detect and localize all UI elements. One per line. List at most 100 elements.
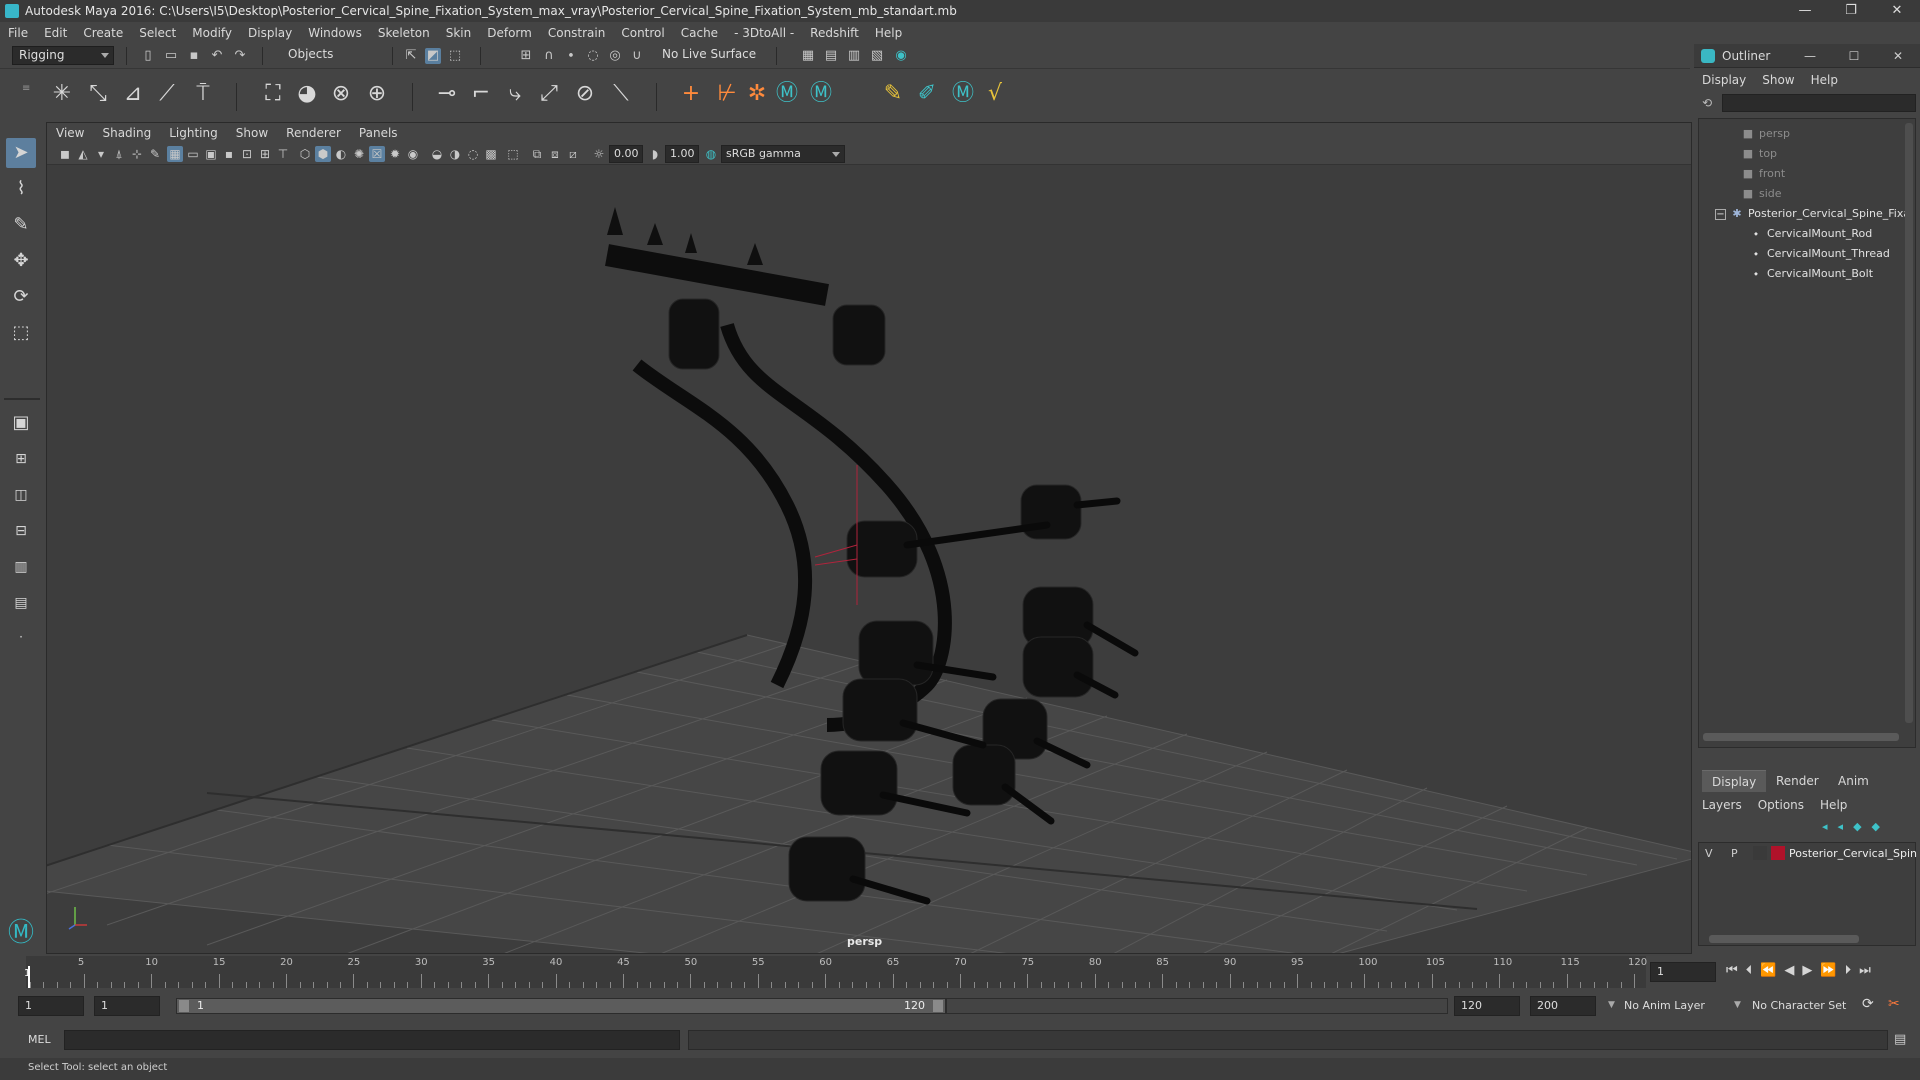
safe-title-icon[interactable]: ⊤ xyxy=(275,146,291,162)
outliner-item-side[interactable]: ■ side xyxy=(1741,185,1782,203)
wireframe-icon[interactable]: ⬡ xyxy=(297,146,313,162)
outliner-menu-display[interactable]: Display xyxy=(1694,73,1754,87)
resolution-gate-icon[interactable]: ▣ xyxy=(203,146,219,162)
four-pane-layout-icon[interactable]: ⊞ xyxy=(6,444,36,474)
menu-edit[interactable]: Edit xyxy=(36,26,75,40)
two-pane-side-layout-icon[interactable]: ◫ xyxy=(6,480,36,510)
graph-persp-layout-icon[interactable]: ▤ xyxy=(6,588,36,618)
backface-cull-icon[interactable]: ⧄ xyxy=(565,146,581,162)
lasso-tool-icon[interactable]: ⌇ xyxy=(6,174,36,204)
outliner-close-button[interactable]: ✕ xyxy=(1876,44,1920,68)
tab-render[interactable]: Render xyxy=(1766,770,1829,792)
snap-point-icon[interactable]: ∙ xyxy=(563,48,579,64)
character-set-dropdown[interactable]: No Character Set xyxy=(1752,996,1862,1016)
paint-weights-icon[interactable]: ◕ xyxy=(292,79,322,109)
scale-constraint-icon[interactable]: ⤢ xyxy=(534,79,564,109)
field-chart-icon[interactable]: ⊡ xyxy=(239,146,255,162)
mel-script-icon[interactable]: Ⓜ xyxy=(948,79,978,109)
paint-tool-icon[interactable]: ✎ xyxy=(878,79,908,109)
menu-cache[interactable]: Cache xyxy=(673,26,726,40)
current-frame-field[interactable]: 1 xyxy=(1650,962,1716,982)
parent-constraint-icon[interactable]: ⊸ xyxy=(432,79,462,109)
tab-display[interactable]: Display xyxy=(1702,770,1767,792)
auto-key-icon[interactable]: ⟳ xyxy=(1862,996,1874,1012)
ambient-occlusion-icon[interactable]: ◉ xyxy=(405,146,421,162)
collapse-icon[interactable]: − xyxy=(1715,209,1726,220)
menu-file[interactable]: File xyxy=(0,26,36,40)
step-forward-frame-icon[interactable]: ⏩ xyxy=(1820,963,1836,978)
gamma-field[interactable]: 1.00 xyxy=(665,145,699,163)
outliner-menu-show[interactable]: Show xyxy=(1754,73,1802,87)
safe-action-icon[interactable]: ⊞ xyxy=(257,146,273,162)
time-slider[interactable]: 5 10 15 20 25 30 35 40 45 50 55 60 65 70 75 80 85 90 95 100… xyxy=(0,954,1920,994)
menu-help[interactable]: Help xyxy=(867,26,910,40)
step-forward-key-icon[interactable]: ⏵ xyxy=(1845,963,1852,978)
select-by-hierarchy-icon[interactable]: ⇱ xyxy=(403,48,419,64)
anim-layer-dropdown[interactable]: No Anim Layer xyxy=(1624,996,1740,1016)
close-button[interactable]: ✕ xyxy=(1874,0,1920,22)
layer-display-type[interactable] xyxy=(1753,846,1767,860)
locator-icon[interactable]: + xyxy=(676,79,706,109)
color-space-dropdown[interactable]: sRGB gamma xyxy=(721,145,845,163)
move-layer-up-icon[interactable]: ◂ xyxy=(1822,820,1828,833)
menu-modify[interactable]: Modify xyxy=(184,26,240,40)
layer-visibility-toggle[interactable]: V xyxy=(1705,847,1713,860)
humanik-icon[interactable]: Ⓜ xyxy=(772,79,802,109)
outliner-horizontal-scrollbar[interactable] xyxy=(1703,733,1899,741)
render-frame-icon[interactable]: ▤ xyxy=(823,48,839,64)
cluster-icon[interactable]: ⊕ xyxy=(362,79,392,109)
animation-preferences-icon[interactable]: ✂ xyxy=(1888,996,1900,1012)
new-layer-from-selection-icon[interactable]: ◆ xyxy=(1872,820,1880,833)
outliner-refresh-icon[interactable]: ⟲ xyxy=(1702,96,1712,110)
sculpt-tool-icon[interactable]: ✐ xyxy=(912,79,942,109)
exposure-icon[interactable]: ☼ xyxy=(591,146,607,162)
script-language-toggle[interactable]: MEL xyxy=(28,1033,51,1046)
outliner-item-thread[interactable]: ⬩ CervicalMount_Thread xyxy=(1749,245,1890,263)
select-tool-icon[interactable]: ➤ xyxy=(6,138,36,168)
render-view-icon[interactable]: ▧ xyxy=(869,48,885,64)
menu-windows[interactable]: Windows xyxy=(300,26,370,40)
select-by-component-icon[interactable]: ⬚ xyxy=(447,48,463,64)
shadows-icon[interactable]: ✹ xyxy=(387,146,403,162)
scale-tool-icon[interactable]: ⬚ xyxy=(6,318,36,348)
move-tool-icon[interactable]: ✥ xyxy=(6,246,36,276)
viewport-panel[interactable]: View Shading Lighting Show Renderer Pane… xyxy=(46,122,1692,954)
ik-handle-icon[interactable]: ⟋ xyxy=(152,79,182,109)
move-layer-down-icon[interactable]: ◂ xyxy=(1838,820,1844,833)
go-to-start-icon[interactable]: ⏮ xyxy=(1726,963,1738,978)
outliner-vertical-scrollbar[interactable] xyxy=(1905,123,1913,723)
menu-redshift[interactable]: Redshift xyxy=(802,26,867,40)
two-d-pan-icon[interactable]: ⊹ xyxy=(129,146,145,162)
undo-icon[interactable]: ↶ xyxy=(209,48,225,64)
menu-set-dropdown[interactable]: Rigging xyxy=(12,46,114,65)
paint-select-icon[interactable]: ✎ xyxy=(6,210,36,240)
playback-end-field[interactable]: 120 xyxy=(1454,996,1520,1016)
play-backward-icon[interactable]: ◀ xyxy=(1784,963,1794,978)
layers-menu-help[interactable]: Help xyxy=(1812,798,1855,812)
textured-icon[interactable]: ✺ xyxy=(351,146,367,162)
new-empty-layer-icon[interactable]: ◆ xyxy=(1853,820,1861,833)
playback-start-field[interactable]: 1 xyxy=(94,996,160,1016)
layer-row[interactable]: V P Posterior_Cervical_Spin xyxy=(1701,845,1917,863)
redo-icon[interactable]: ↷ xyxy=(232,48,248,64)
menu-create[interactable]: Create xyxy=(75,26,131,40)
tab-anim[interactable]: Anim xyxy=(1828,770,1879,792)
animation-end-field[interactable]: 200 xyxy=(1530,996,1596,1016)
menu-display[interactable]: Display xyxy=(240,26,300,40)
image-plane-icon[interactable]: ⍋ xyxy=(111,146,127,162)
humanik-define-icon[interactable]: Ⓜ xyxy=(806,79,836,109)
select-by-object-icon[interactable]: ◩ xyxy=(425,48,441,64)
shaded-wireframe-icon[interactable]: ◐ xyxy=(333,146,349,162)
bookmark-icon[interactable]: ▾ xyxy=(93,146,109,162)
menu-control[interactable]: Control xyxy=(613,26,672,40)
viewport-menu-shading[interactable]: Shading xyxy=(93,126,160,140)
rotate-tool-icon[interactable]: ⟳ xyxy=(6,282,36,312)
outliner-item-root[interactable]: − ✱ Posterior_Cervical_Spine_Fixa xyxy=(1715,205,1910,223)
snap-surface-icon[interactable]: ◎ xyxy=(607,48,623,64)
outliner-persp-layout-icon[interactable]: ▥ xyxy=(6,552,36,582)
outliner-maximize-button[interactable]: ☐ xyxy=(1832,44,1876,68)
menu-3dtoall[interactable]: - 3DtoAll - xyxy=(726,26,802,40)
outliner-item-persp[interactable]: ■ persp xyxy=(1741,125,1790,143)
selection-mode-dropdown[interactable]: Objects xyxy=(282,46,378,65)
minimize-button[interactable]: — xyxy=(1782,0,1828,22)
